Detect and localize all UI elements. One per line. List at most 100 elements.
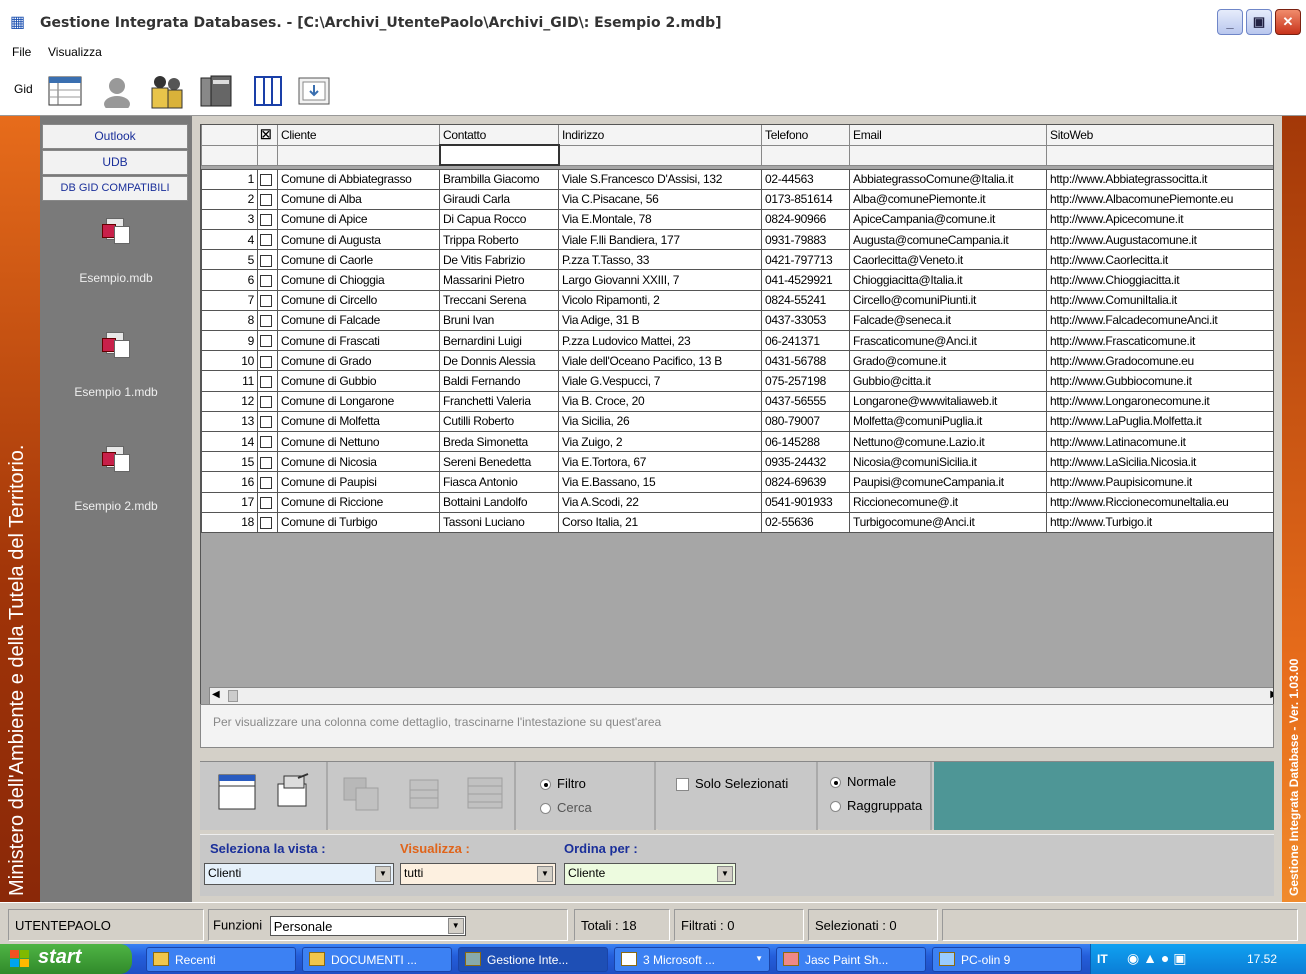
cell-indirizzo[interactable]: Via E.Bassano, 15 — [558, 471, 762, 493]
cell-telefono[interactable]: 0935-24432 — [761, 451, 850, 473]
cell-contatto[interactable]: Franchetti Valeria — [439, 390, 559, 412]
cell-telefono[interactable]: 06-241371 — [761, 329, 850, 352]
cell-email[interactable]: Augusta@comuneCampania.it — [849, 229, 1047, 251]
cell-sitoweb[interactable]: http://www.Frascaticomune.it — [1046, 329, 1273, 352]
task-paint-shop[interactable]: Jasc Paint Sh... — [776, 947, 926, 972]
row-checkbox[interactable] — [257, 370, 278, 392]
database-tool-icon[interactable] — [197, 72, 235, 110]
table-row[interactable]: 15 Comune di Nicosia Sereni Benedetta Via E… — [201, 451, 1273, 473]
task-microsoft[interactable]: 3 Microsoft ... ▼ — [614, 947, 770, 972]
row-select-checkbox[interactable] — [260, 295, 272, 308]
row-checkbox[interactable] — [257, 350, 278, 372]
filter-input[interactable] — [438, 144, 560, 166]
cell-cliente[interactable]: Comune di Molfetta — [277, 410, 440, 432]
row-select-checkbox[interactable] — [260, 416, 272, 429]
menu-visualizza[interactable]: Visualizza — [48, 45, 102, 59]
task-recenti[interactable]: Recenti — [146, 947, 296, 972]
task-documenti[interactable]: DOCUMENTI ... — [302, 947, 452, 972]
scroll-left-icon[interactable]: ◀ — [212, 689, 220, 700]
cell-cliente[interactable]: Comune di Gubbio — [277, 370, 440, 392]
cell-contatto[interactable]: Sereni Benedetta — [439, 451, 559, 473]
row-select-checkbox[interactable] — [260, 173, 272, 186]
cell-sitoweb[interactable]: http://www.ComuniItalia.it — [1046, 289, 1273, 311]
cell-telefono[interactable]: 02-55636 — [761, 511, 850, 533]
row-select-checkbox[interactable] — [260, 456, 272, 469]
row-checkbox[interactable] — [257, 491, 278, 513]
cell-cliente[interactable]: Comune di Alba — [277, 188, 440, 210]
cell-sitoweb[interactable]: http://www.Gubbiocomune.it — [1046, 370, 1273, 392]
row-checkbox[interactable] — [257, 188, 278, 210]
cell-indirizzo[interactable]: Viale dell'Oceano Pacifico, 13 B — [558, 350, 762, 372]
cell-sitoweb[interactable]: http://www.Apicecomune.it — [1046, 208, 1273, 231]
cell-contatto[interactable]: De Vitis Fabrizio — [439, 249, 559, 271]
cell-indirizzo[interactable]: Vicolo Ripamonti, 2 — [558, 289, 762, 311]
cell-sitoweb[interactable]: http://www.LaPuglia.Molfetta.it — [1046, 410, 1273, 432]
cell-telefono[interactable]: 0437-33053 — [761, 309, 850, 332]
cell-cliente[interactable]: Comune di Apice — [277, 208, 440, 231]
table-row[interactable]: 1 Comune di Abbiategrasso Brambilla Giacom… — [201, 168, 1273, 190]
cell-indirizzo[interactable]: Largo Giovanni XXIII, 7 — [558, 269, 762, 291]
cell-cliente[interactable]: Comune di Abbiategrasso — [277, 168, 440, 190]
restore-button[interactable]: ▣ — [1246, 9, 1272, 35]
table-row[interactable]: 5 Comune di Caorle De Vitis Fabrizio P.zza … — [201, 249, 1273, 271]
cell-indirizzo[interactable]: Via B. Croce, 20 — [558, 390, 762, 412]
vista-select[interactable]: Clienti ▼ — [204, 863, 394, 885]
cell-telefono[interactable]: 0931-79883 — [761, 229, 850, 251]
db-file-esempio-1[interactable]: Esempio 1.mdb — [40, 330, 192, 399]
cell-telefono[interactable]: 0437-56555 — [761, 390, 850, 412]
cell-cliente[interactable]: Comune di Augusta — [277, 229, 440, 251]
cell-sitoweb[interactable]: http://www.AlbacomunePiemonte.eu — [1046, 188, 1273, 210]
row-select-checkbox[interactable] — [260, 194, 272, 207]
task-gestione[interactable]: Gestione Inte... — [458, 947, 608, 972]
minimize-button[interactable]: _ — [1217, 9, 1243, 35]
cell-contatto[interactable]: Di Capua Rocco — [439, 208, 559, 231]
cell-telefono[interactable]: 075-257198 — [761, 370, 850, 392]
filter-cell[interactable] — [849, 144, 1047, 166]
edit-record-icon[interactable] — [274, 772, 312, 813]
cell-email[interactable]: Chioggiacitta@Italia.it — [849, 269, 1047, 291]
checkbox-solo-selezionati[interactable]: Solo Selezionati — [676, 776, 788, 792]
table-row[interactable]: 7 Comune di Circello Treccani Serena Vicolo… — [201, 289, 1273, 311]
table-view-tool-icon[interactable] — [46, 72, 84, 110]
cell-contatto[interactable]: Cutilli Roberto — [439, 410, 559, 432]
table-row[interactable]: 16 Comune di Paupisi Fiasca Antonio Via E.B… — [201, 471, 1273, 493]
start-button[interactable]: start — [0, 944, 132, 974]
close-button[interactable]: ✕ — [1275, 9, 1301, 35]
cell-contatto[interactable]: Bottaini Landolfo — [439, 491, 559, 513]
chevron-down-icon[interactable]: ▼ — [717, 866, 733, 882]
cell-contatto[interactable]: Tassoni Luciano — [439, 511, 559, 533]
table-row[interactable]: 10 Comune di Grado De Donnis Alessia Viale … — [201, 350, 1273, 372]
row-select-checkbox[interactable] — [260, 254, 272, 267]
row-select-checkbox[interactable] — [260, 274, 272, 287]
cell-cliente[interactable]: Comune di Chioggia — [277, 269, 440, 291]
cell-cliente[interactable]: Comune di Paupisi — [277, 471, 440, 493]
row-checkbox[interactable] — [257, 269, 278, 291]
cell-cliente[interactable]: Comune di Falcade — [277, 309, 440, 332]
group-by-area[interactable]: Per visualizzare una colonna come dettag… — [200, 704, 1274, 748]
column-header-telefono[interactable]: Telefono — [761, 125, 850, 146]
cell-contatto[interactable]: Giraudi Carla — [439, 188, 559, 210]
table-row[interactable]: 18 Comune di Turbigo Tassoni Luciano Corso … — [201, 511, 1273, 533]
row-select-checkbox[interactable] — [260, 355, 272, 368]
cell-sitoweb[interactable]: http://www.Paupisicomune.it — [1046, 471, 1273, 493]
cell-contatto[interactable]: Bruni Ivan — [439, 309, 559, 332]
radio-raggruppata[interactable]: Raggruppata — [830, 798, 922, 813]
table-row[interactable]: 14 Comune di Nettuno Breda Simonetta Via Zu… — [201, 430, 1273, 453]
cell-indirizzo[interactable]: P.zza Ludovico Mattei, 23 — [558, 329, 762, 352]
cell-cliente[interactable]: Comune di Longarone — [277, 390, 440, 412]
table-row[interactable]: 13 Comune di Molfetta Cutilli Roberto Via S… — [201, 410, 1273, 432]
cell-sitoweb[interactable]: http://www.Latinacomune.it — [1046, 430, 1273, 453]
row-checkbox[interactable] — [257, 471, 278, 493]
cell-telefono[interactable]: 080-79007 — [761, 410, 850, 432]
split-view-tool-icon[interactable] — [249, 72, 287, 110]
cell-contatto[interactable]: Treccani Serena — [439, 289, 559, 311]
row-checkbox[interactable] — [257, 410, 278, 432]
cell-telefono[interactable]: 0824-69639 — [761, 471, 850, 493]
table-row[interactable]: 9 Comune di Frascati Bernardini Luigi P.zza… — [201, 329, 1273, 352]
row-select-checkbox[interactable] — [260, 335, 272, 348]
cell-indirizzo[interactable]: P.zza T.Tasso, 33 — [558, 249, 762, 271]
cell-contatto[interactable]: Baldi Fernando — [439, 370, 559, 392]
row-checkbox[interactable] — [257, 208, 278, 231]
row-checkbox[interactable] — [257, 309, 278, 332]
cell-indirizzo[interactable]: Via E.Tortora, 67 — [558, 451, 762, 473]
